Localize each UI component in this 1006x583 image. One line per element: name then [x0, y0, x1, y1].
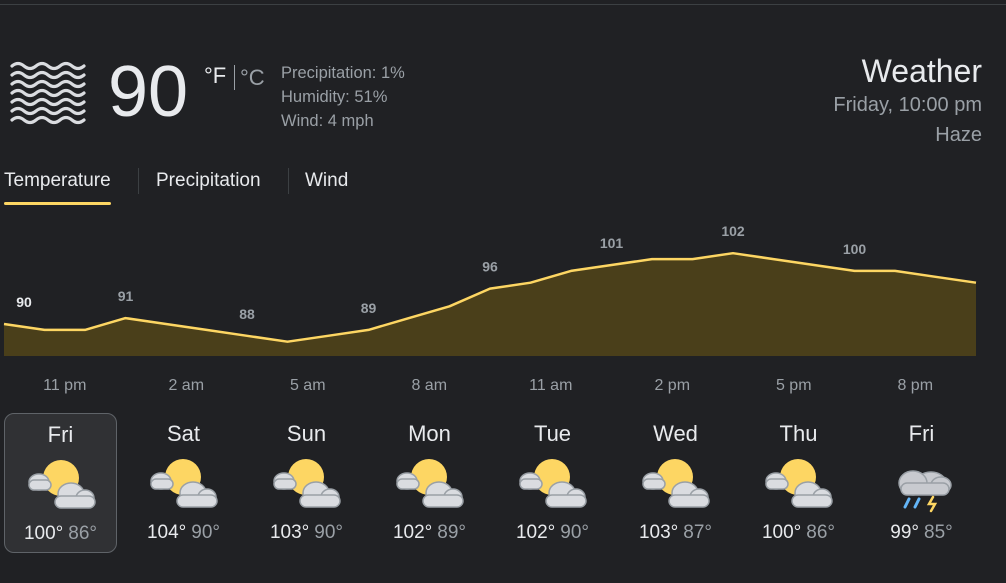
- forecast-low: 85°: [924, 522, 953, 543]
- forecast-high: 103°: [638, 522, 679, 543]
- forecast-high: 100°: [761, 522, 802, 543]
- forecast-temps: 100° 86°: [5, 522, 116, 546]
- data-label: 100: [843, 241, 867, 257]
- forecast-day[interactable]: Mon 102° 89°: [373, 413, 486, 553]
- unit-fahrenheit-toggle[interactable]: °F: [204, 63, 226, 89]
- forecast-high: 99°: [890, 522, 919, 543]
- tab-divider: [288, 168, 289, 194]
- forecast-low: 89°: [437, 522, 467, 543]
- forecast-temps: 102° 89°: [373, 521, 486, 545]
- forecast-temps: 103° 90°: [250, 521, 363, 545]
- forecast-day[interactable]: Wed 103° 87°: [619, 413, 732, 553]
- tab-divider: [138, 168, 139, 194]
- current-temperature: 90: [108, 52, 189, 132]
- data-label: 102: [721, 223, 745, 239]
- precipitation-text: Precipitation: 1%: [281, 64, 405, 82]
- forecast-day-name: Wed: [653, 421, 698, 446]
- partly-cloudy-icon: [268, 455, 344, 513]
- forecast-high: 102°: [515, 522, 556, 543]
- forecast-day[interactable]: Sat 104° 90°: [127, 413, 240, 553]
- x-tick-label: 8 pm: [897, 377, 933, 394]
- forecast-temps: 104° 90°: [127, 521, 240, 545]
- current-details: Precipitation: 1% Humidity: 51% Wind: 4 …: [281, 61, 405, 133]
- forecast-day-name: Fri: [908, 421, 935, 446]
- forecast-low: 86°: [806, 522, 836, 543]
- forecast-day-name: Fri: [47, 422, 74, 447]
- wind-text: Wind: 4 mph: [281, 112, 374, 130]
- forecast-low: 87°: [683, 522, 713, 543]
- temperature-chart[interactable]: 90 91 88 89 96 101 102 100 11 pm 2 am 5 am 8 am 11 a…: [0, 223, 1006, 400]
- x-tick-label: 2 pm: [654, 377, 690, 394]
- partly-cloudy-icon: [760, 455, 836, 513]
- forecast-temps: 100° 86°: [742, 521, 855, 545]
- data-label: 88: [239, 306, 255, 322]
- forecast-day[interactable]: Sun 103° 90°: [250, 413, 363, 553]
- data-label: 89: [361, 300, 377, 316]
- forecast-low: 90°: [191, 522, 221, 543]
- unit-celsius-toggle[interactable]: °C: [240, 65, 265, 91]
- haze-icon: [10, 61, 86, 125]
- tab-wind[interactable]: Wind: [305, 168, 348, 194]
- weather-condition: Haze: [935, 124, 982, 146]
- daily-forecast: Fri 100° 86° Sat 104° 90° Sun 103° 90° Mon …: [4, 413, 994, 555]
- forecast-day[interactable]: Tue 102° 90°: [496, 413, 609, 553]
- data-label: 96: [482, 259, 498, 275]
- unit-separator: [234, 65, 235, 90]
- top-divider: [0, 4, 1006, 5]
- tab-temperature[interactable]: Temperature: [4, 168, 111, 205]
- forecast-temps: 99° 85°: [865, 521, 978, 545]
- forecast-day-name: Sat: [166, 421, 201, 446]
- forecast-temps: 102° 90°: [496, 521, 609, 545]
- forecast-low: 86°: [68, 523, 98, 544]
- forecast-day-name: Tue: [533, 421, 572, 446]
- forecast-low: 90°: [560, 522, 590, 543]
- forecast-day[interactable]: Fri 100° 86°: [4, 413, 117, 553]
- forecast-day[interactable]: Fri 99° 85°: [865, 413, 978, 553]
- forecast-day[interactable]: Thu 100° 86°: [742, 413, 855, 553]
- forecast-low: 90°: [314, 522, 344, 543]
- forecast-day-name: Sun: [286, 421, 327, 446]
- forecast-high: 103°: [269, 522, 310, 543]
- forecast-high: 102°: [392, 522, 433, 543]
- data-label: 90: [16, 294, 32, 310]
- partly-cloudy-icon: [23, 456, 99, 514]
- data-label: 91: [118, 288, 134, 304]
- forecast-temps: 103° 87°: [619, 521, 732, 545]
- x-tick-label: 11 am: [529, 377, 572, 394]
- weather-header: Weather Friday, 10:00 pm Haze: [833, 52, 982, 150]
- rain-icon: [898, 470, 952, 513]
- forecast-day-name: Mon: [408, 421, 451, 446]
- weather-title: Weather: [861, 53, 982, 89]
- tab-precipitation[interactable]: Precipitation: [156, 168, 261, 194]
- forecast-high: 100°: [23, 523, 64, 544]
- x-tick-label: 8 am: [411, 377, 447, 394]
- x-tick-label: 5 pm: [776, 377, 812, 394]
- weather-datetime: Friday, 10:00 pm: [833, 94, 982, 116]
- x-tick-label: 2 am: [168, 377, 204, 394]
- x-tick-label: 11 pm: [43, 377, 86, 394]
- humidity-text: Humidity: 51%: [281, 88, 388, 106]
- partly-cloudy-icon: [145, 455, 221, 513]
- partly-cloudy-icon: [514, 455, 590, 513]
- forecast-high: 104°: [146, 522, 187, 543]
- x-tick-label: 5 am: [290, 377, 326, 394]
- forecast-day-name: Thu: [779, 421, 818, 446]
- partly-cloudy-icon: [637, 455, 713, 513]
- partly-cloudy-icon: [391, 455, 467, 513]
- data-label: 101: [600, 235, 624, 251]
